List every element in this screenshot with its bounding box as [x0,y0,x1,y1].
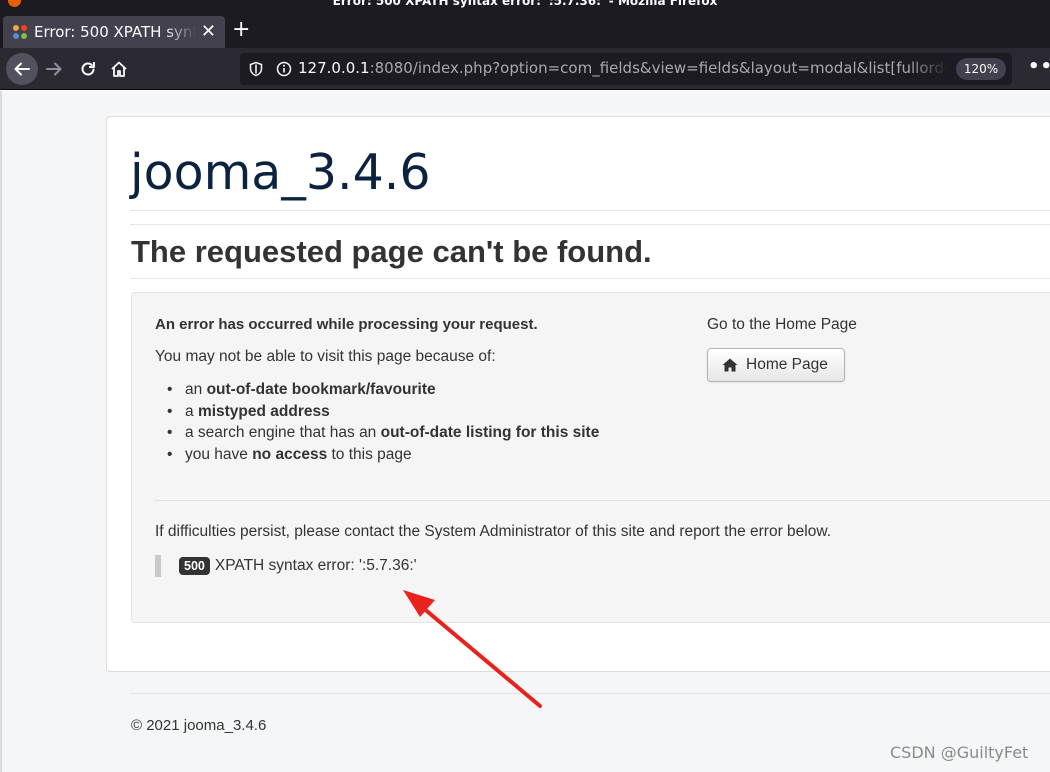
site-title: jooma_3.4.6 [130,144,431,201]
tab-active[interactable]: Error: 500 XPATH syntax error: ':5.7.36:… [3,16,225,48]
home-icon [722,358,738,372]
error-intro: You may not be able to visit this page b… [155,348,496,365]
window-title: Error: 500 XPATH syntax error: ':5.7.36:… [332,0,718,8]
address-bar[interactable]: 127.0.0.1:8080/index.php?option=com_fiel… [240,53,1012,85]
list-item: a search engine that has an out-of-date … [157,422,599,444]
error-summary: An error has occurred while processing y… [155,316,538,333]
reload-icon [81,62,95,76]
back-arrow-icon [14,62,30,76]
home-button[interactable] [103,53,135,85]
tab-strip: Error: 500 XPATH syntax error: ':5.7.36:… [0,10,1050,48]
url-text[interactable]: 127.0.0.1:8080/index.php?option=com_fiel… [298,59,948,77]
divider [130,278,1050,279]
menu-dots-icon[interactable]: ••• [1028,56,1050,77]
watermark: CSDN @GuiltyFet [890,743,1029,762]
home-icon [111,61,127,77]
divider [130,224,1050,225]
back-button[interactable] [6,53,38,85]
list-item: a mistyped address [157,401,599,423]
divider [130,210,1050,211]
list-item: you have no access to this page [157,444,599,466]
url-host: 127.0.0.1 [298,59,370,77]
info-icon[interactable] [276,61,292,77]
new-tab-button[interactable]: + [232,19,250,41]
home-page-button[interactable]: Home Page [707,348,845,382]
error-blockquote: 500 XPATH syntax error: ':5.7.36:' [155,555,417,577]
error-card: jooma_3.4.6 The requested page can't be … [106,116,1050,672]
home-page-button-label: Home Page [746,356,828,373]
window-titlebar: Error: 500 XPATH syntax error: ':5.7.36:… [0,0,1050,10]
shield-icon[interactable] [248,61,264,77]
reason-list: an out-of-date bookmark/favourite a mist… [157,379,599,465]
list-item: an out-of-date bookmark/favourite [157,379,599,401]
tab-close-icon[interactable]: ✕ [201,21,216,42]
joomla-favicon [13,25,27,39]
zoom-indicator[interactable]: 120% [956,58,1006,80]
forward-arrow-icon [46,62,62,76]
divider [130,693,1050,694]
url-path: :8080/index.php?option=com_fields&view=f… [369,59,948,77]
error-message: XPATH syntax error: ':5.7.36:' [214,557,417,574]
reload-button[interactable] [72,53,104,85]
divider [155,500,1050,501]
error-code-badge: 500 [179,557,210,575]
error-panel: An error has occurred while processing y… [131,292,1050,623]
forward-button[interactable] [38,53,70,85]
nav-toolbar: 127.0.0.1:8080/index.php?option=com_fiel… [0,48,1050,90]
goto-home-label: Go to the Home Page [707,316,857,333]
page-viewport: jooma_3.4.6 The requested page can't be … [0,91,1050,772]
page-heading: The requested page can't be found. [131,234,652,269]
tab-title: Error: 500 XPATH syntax error: ':5.7.36:… [34,23,196,41]
persist-note: If difficulties persist, please contact … [155,523,832,540]
footer-copyright: © 2021 jooma_3.4.6 [131,717,267,734]
